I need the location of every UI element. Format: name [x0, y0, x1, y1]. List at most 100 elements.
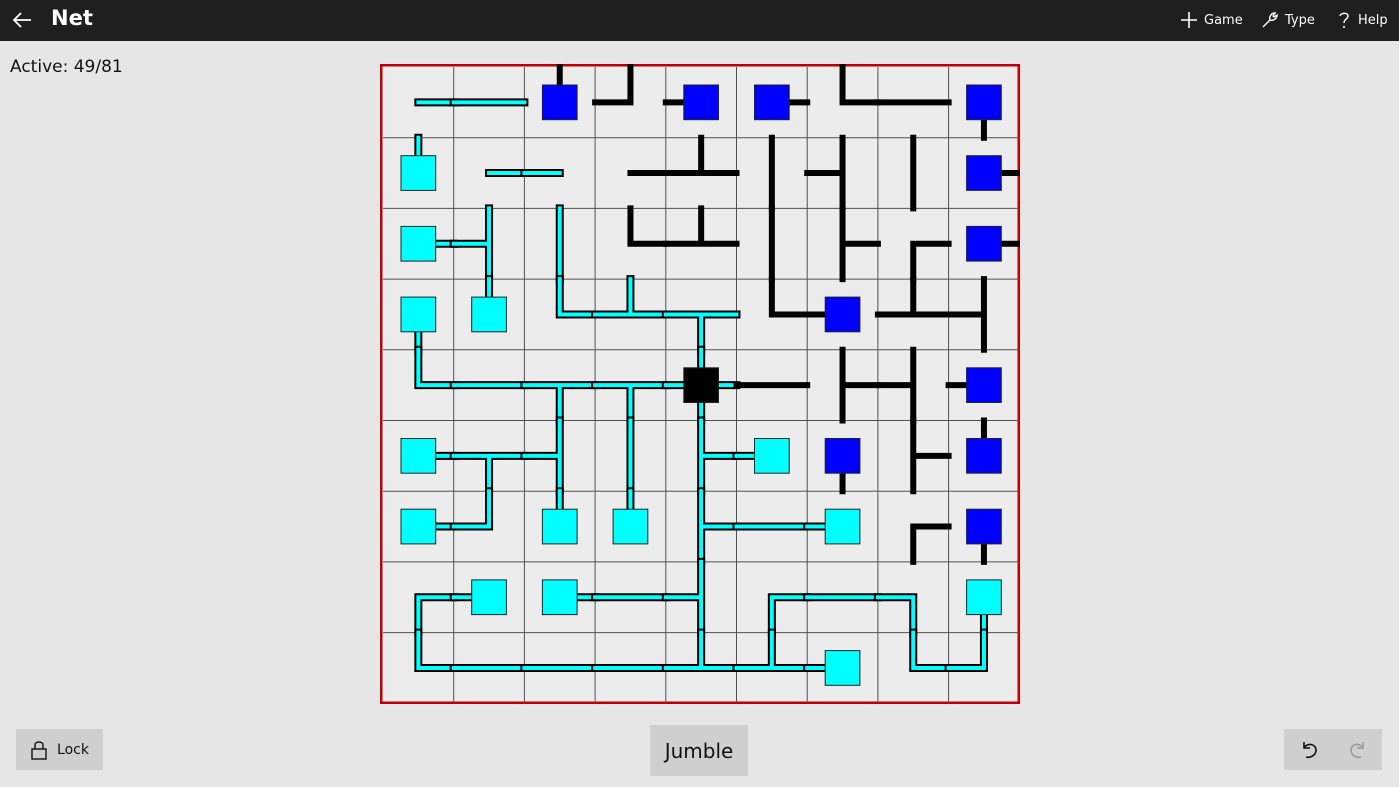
- lock-button[interactable]: Lock: [16, 729, 103, 770]
- tile-2-8[interactable]: [949, 208, 1020, 279]
- tile-0-2[interactable]: [524, 64, 595, 138]
- tile-2-3[interactable]: [595, 205, 669, 279]
- tile-6-0[interactable]: [383, 491, 458, 562]
- tile-6-4[interactable]: [666, 487, 741, 566]
- tile-0-8[interactable]: [949, 67, 1020, 141]
- tile-8-7[interactable]: [878, 628, 953, 704]
- tile-3-0[interactable]: [383, 279, 454, 354]
- tile-0-3[interactable]: [592, 64, 666, 138]
- game-menu-button[interactable]: Game: [1180, 6, 1243, 34]
- history-buttons: [1284, 729, 1382, 770]
- tile-0-5[interactable]: [737, 67, 811, 138]
- tile-1-6[interactable]: [804, 134, 878, 212]
- tile-2-0[interactable]: [383, 208, 458, 279]
- tile-0-6[interactable]: [807, 64, 881, 138]
- tile-6-2[interactable]: [524, 487, 595, 562]
- tile-7-1[interactable]: [449, 562, 525, 633]
- tile-7-6[interactable]: [803, 562, 882, 633]
- tile-0-4[interactable]: [662, 67, 737, 138]
- tile-7-8[interactable]: [949, 562, 1020, 637]
- tile-8-8[interactable]: [944, 628, 1020, 704]
- tile-4-5[interactable]: [733, 350, 811, 421]
- terminal-node: [966, 225, 1002, 262]
- server-node: [683, 367, 719, 403]
- tile-3-4[interactable]: [661, 279, 741, 354]
- tile-1-4[interactable]: [662, 134, 740, 209]
- tile-5-3[interactable]: [595, 416, 666, 496]
- tile-8-1[interactable]: [449, 633, 529, 704]
- tile-5-7[interactable]: [878, 417, 952, 495]
- tile-7-2[interactable]: [524, 562, 600, 633]
- tile-6-3[interactable]: [595, 487, 666, 562]
- back-button[interactable]: [6, 4, 38, 36]
- tile-5-5[interactable]: [732, 421, 808, 492]
- terminal-node: [966, 508, 1002, 545]
- tile-0-1[interactable]: [449, 67, 529, 138]
- tile-0-7[interactable]: [874, 67, 952, 138]
- tile-7-0[interactable]: [383, 562, 458, 637]
- tile-5-2[interactable]: [520, 416, 595, 496]
- tile-6-1[interactable]: [449, 487, 525, 562]
- tile-1-2[interactable]: [520, 138, 595, 209]
- back-arrow-icon: [12, 12, 31, 28]
- redo-button[interactable]: [1338, 729, 1378, 770]
- tile-3-7[interactable]: [874, 276, 952, 350]
- tile-2-2[interactable]: [524, 204, 595, 284]
- tile-3-1[interactable]: [454, 275, 525, 350]
- tile-1-7[interactable]: [878, 134, 949, 212]
- tile-5-4[interactable]: [666, 416, 741, 496]
- tile-8-0[interactable]: [383, 628, 458, 704]
- undo-button[interactable]: [1289, 729, 1329, 770]
- terminal-node: [966, 367, 1002, 403]
- tile-7-5[interactable]: [737, 562, 812, 637]
- tile-5-0[interactable]: [383, 421, 458, 492]
- tile-2-5[interactable]: [737, 205, 808, 283]
- tile-5-8[interactable]: [949, 417, 1020, 492]
- terminal-node: [754, 438, 790, 474]
- tile-2-6[interactable]: [807, 205, 881, 283]
- tile-1-5[interactable]: [737, 134, 808, 212]
- tile-4-4[interactable]: [661, 345, 741, 425]
- tile-7-3[interactable]: [591, 562, 670, 633]
- tile-8-2[interactable]: [520, 633, 600, 704]
- tile-3-5[interactable]: [737, 276, 811, 350]
- tile-0-0[interactable]: [383, 67, 458, 138]
- tile-8-5[interactable]: [732, 628, 812, 704]
- tile-7-4[interactable]: [661, 557, 737, 637]
- help-menu-button[interactable]: Help: [1336, 6, 1388, 34]
- tile-6-8[interactable]: [949, 491, 1020, 565]
- tile-4-8[interactable]: [945, 350, 1020, 421]
- tile-8-6[interactable]: [803, 633, 878, 704]
- tile-5-6[interactable]: [807, 421, 878, 495]
- app-title: Net: [51, 6, 93, 30]
- tile-1-3[interactable]: [595, 138, 669, 209]
- tile-6-5[interactable]: [732, 491, 812, 562]
- tile-3-3[interactable]: [591, 275, 670, 350]
- tile-8-4[interactable]: [661, 628, 741, 704]
- tile-8-3[interactable]: [591, 633, 670, 704]
- tile-4-1[interactable]: [449, 350, 529, 421]
- tile-1-8[interactable]: [949, 138, 1020, 209]
- tile-3-6[interactable]: [804, 279, 878, 350]
- tile-1-1[interactable]: [454, 138, 529, 209]
- terminal-node: [400, 155, 437, 191]
- plus-icon: [1181, 12, 1197, 28]
- tile-4-7[interactable]: [874, 346, 949, 424]
- tile-4-0[interactable]: [383, 345, 458, 421]
- tile-3-8[interactable]: [945, 276, 1020, 353]
- tile-6-7[interactable]: [878, 491, 952, 565]
- tile-2-7[interactable]: [878, 208, 952, 283]
- tile-7-7[interactable]: [873, 562, 949, 637]
- tile-2-1[interactable]: [449, 204, 525, 284]
- tile-4-2[interactable]: [520, 350, 600, 425]
- tile-1-0[interactable]: [383, 133, 454, 209]
- terminal-node: [966, 438, 1002, 474]
- tile-4-6[interactable]: [807, 346, 881, 424]
- jumble-button[interactable]: Jumble: [650, 725, 748, 776]
- tile-4-3[interactable]: [591, 350, 670, 425]
- tile-5-1[interactable]: [449, 421, 529, 496]
- tile-3-2[interactable]: [524, 275, 600, 350]
- tile-6-6[interactable]: [803, 491, 878, 562]
- tile-2-4[interactable]: [662, 205, 740, 279]
- type-menu-button[interactable]: Type: [1261, 6, 1315, 34]
